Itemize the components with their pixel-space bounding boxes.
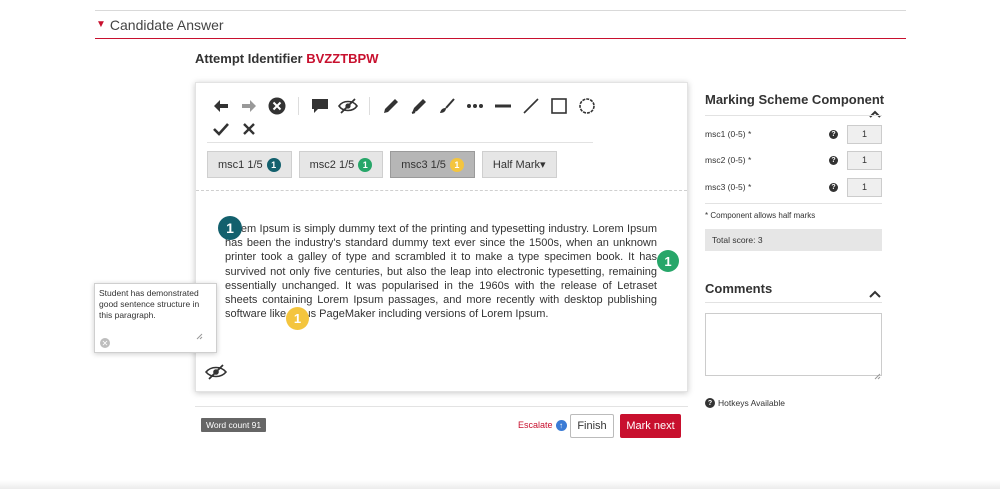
rectangle-icon[interactable] (548, 96, 570, 116)
cross-icon[interactable] (238, 119, 260, 139)
chevron-up-icon[interactable] (869, 105, 881, 118)
arrow-up-circle-icon: ↑ (555, 419, 567, 431)
msc-label: msc2 (0-5) * (705, 155, 752, 165)
help-icon: ? (705, 398, 715, 408)
msc-label: msc3 (0-5) * (705, 182, 752, 192)
msc-label: msc1 (0-5) * (705, 129, 752, 139)
msc-row-1: msc1 (0-5) * ? (705, 124, 882, 144)
msc2-score-input[interactable] (847, 150, 882, 170)
marking-scheme-separator (705, 203, 882, 204)
brush-icon[interactable] (436, 96, 458, 116)
word-count-badge: Word count 91 (201, 418, 267, 432)
answer-text[interactable]: Lorem Ipsum is simply dummy text of the … (225, 222, 657, 321)
attempt-label: Attempt Identifier (195, 51, 303, 66)
chip-badge: 1 (358, 157, 373, 172)
half-mark-label: Half Mark▾ (492, 159, 546, 171)
hotkeys-link[interactable]: ? Hotkeys Available (705, 397, 785, 409)
total-score: Total score: 3 (705, 229, 882, 251)
chip-msc3[interactable]: msc3 1/5 1 (390, 151, 475, 178)
dots-icon[interactable] (464, 96, 486, 116)
comments-textarea[interactable] (705, 313, 882, 376)
annotation-marker-msc1[interactable]: 1 (218, 216, 242, 240)
half-mark-dropdown[interactable]: Half Mark▾ (481, 151, 557, 178)
line-icon[interactable] (520, 96, 542, 116)
msc3-score-input[interactable] (847, 177, 882, 197)
chip-label: msc1 1/5 (218, 158, 263, 171)
escalate-link[interactable]: Escalate ↑ (518, 418, 567, 432)
attempt-id: BVZZTBPW (306, 51, 379, 66)
comments-divider (705, 302, 882, 303)
eye-slash-icon[interactable] (337, 96, 359, 116)
editor-divider (196, 190, 687, 191)
arrow-left-icon[interactable] (210, 96, 232, 116)
chip-msc2[interactable]: msc2 1/5 1 (298, 151, 384, 178)
help-icon[interactable]: ? (829, 182, 838, 192)
header-top-divider (95, 10, 906, 11)
annotation-toolbar-marks (210, 119, 266, 139)
close-icon[interactable]: ✕ (100, 338, 110, 348)
chip-msc1[interactable]: msc1 1/5 1 (207, 151, 292, 178)
resize-handle-icon[interactable] (196, 327, 203, 340)
toolbar-separator (298, 97, 299, 115)
finish-button[interactable]: Finish (570, 414, 614, 438)
msc1-score-input[interactable] (847, 124, 882, 144)
msc-chip-bar: msc1 1/5 1 msc2 1/5 1 msc3 1/5 1 Half Ma… (207, 151, 557, 178)
help-icon[interactable]: ? (829, 155, 838, 165)
comment-icon[interactable] (309, 96, 331, 116)
resize-handle-icon[interactable] (874, 367, 881, 380)
half-marks-note: * Component allows half marks (705, 211, 816, 220)
msc-row-3: msc3 (0-5) * ? (705, 177, 882, 197)
chevron-up-icon[interactable] (869, 285, 881, 298)
ellipse-icon[interactable] (576, 96, 598, 116)
chip-badge: 1 (449, 157, 464, 172)
toolbar-divider (207, 142, 593, 143)
marking-scheme-title: Marking Scheme Component (705, 92, 885, 107)
dash-icon[interactable] (492, 96, 514, 116)
escalate-label: Escalate (518, 420, 553, 430)
mark-next-button[interactable]: Mark next (620, 414, 681, 438)
check-icon[interactable] (210, 119, 232, 139)
annotation-toolbar (210, 96, 604, 116)
section-header[interactable]: ▼ Candidate Answer (96, 15, 224, 35)
section-title: Candidate Answer (109, 17, 224, 33)
arrow-right-icon[interactable] (238, 96, 260, 116)
hotkeys-label: Hotkeys Available (718, 398, 785, 408)
header-bottom-divider (95, 38, 906, 39)
comments-title: Comments (705, 281, 773, 296)
page-footer-shadow (0, 480, 1000, 489)
pencil-icon[interactable] (380, 96, 402, 116)
annotation-marker-msc3[interactable]: 1 (286, 307, 309, 330)
clear-circle-icon[interactable] (266, 96, 288, 116)
chip-badge: 1 (266, 157, 281, 172)
chip-label: msc3 1/5 (401, 158, 446, 171)
comment-popup-text[interactable]: Student has demonstrated good sentence s… (99, 288, 207, 321)
attempt-identifier: Attempt Identifier BVZZTBPW (195, 51, 378, 66)
help-icon[interactable]: ? (829, 129, 838, 139)
marking-scheme-divider (705, 115, 882, 116)
chip-label: msc2 1/5 (309, 158, 355, 171)
toolbar-separator (369, 97, 370, 115)
chevron-down-icon: ▼ (96, 18, 106, 30)
marker-icon[interactable] (408, 96, 430, 116)
eye-slash-icon[interactable] (204, 364, 228, 380)
footer-divider (195, 406, 688, 407)
annotation-marker-msc2[interactable]: 1 (657, 250, 679, 272)
msc-row-2: msc2 (0-5) * ? (705, 150, 882, 170)
